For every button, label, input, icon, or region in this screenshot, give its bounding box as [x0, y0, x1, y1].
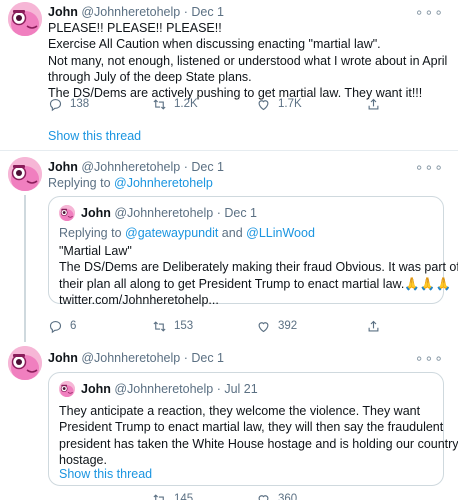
like-button[interactable]: 1.7K: [256, 97, 302, 112]
tweet-date: Dec 1: [224, 206, 258, 220]
quote-text: They anticipate a reaction, they welcome…: [59, 403, 458, 468]
retweet-count: 1.2K: [174, 98, 198, 111]
tweet-line: PLEASE!! PLEASE!! PLEASE!!: [48, 21, 222, 35]
separator-dot: ·: [183, 351, 188, 365]
replying-and: and: [218, 226, 247, 240]
avatar[interactable]: [8, 157, 42, 191]
heart-icon: [258, 100, 269, 111]
quoted-tweet[interactable]: John @Johnheretohelp · Jul 21 They antic…: [48, 372, 458, 486]
separator-dot: ·: [183, 5, 188, 19]
author-name: John: [81, 206, 111, 220]
like-count: 360: [278, 493, 298, 500]
author-name: John: [81, 382, 111, 396]
author-handle[interactable]: @Johnheretohelp: [81, 5, 180, 19]
share-button[interactable]: [366, 97, 388, 112]
replying-to-link[interactable]: @LLinWood: [246, 226, 315, 240]
thread-connector: [24, 195, 26, 342]
replying-to-link[interactable]: @gatewaypundit: [125, 226, 218, 240]
reply-icon: [49, 320, 62, 334]
separator-dot: ·: [183, 160, 188, 174]
tweet-line: Not many, not enough, listened or unders…: [48, 53, 448, 68]
quote-header: John @Johnheretohelp · Dec 1: [59, 205, 258, 222]
reply-count: 138: [70, 98, 90, 111]
more-icon[interactable]: ∘∘∘: [415, 3, 444, 21]
quote-line: their plan all along to get President Tr…: [59, 276, 452, 291]
author-name[interactable]: John: [48, 160, 78, 174]
tweet-header: John @Johnheretohelp · Dec 1: [48, 350, 224, 366]
quote-line: President Trump to enact martial law, th…: [59, 420, 444, 435]
like-button[interactable]: 392: [256, 319, 297, 334]
avatar: [59, 205, 75, 222]
show-thread-link[interactable]: Show this thread: [48, 128, 141, 144]
quote-line: president has taken the White House host…: [59, 436, 458, 451]
author-handle: @Johnheretohelp: [114, 382, 214, 396]
tweet-date[interactable]: Dec 1: [191, 5, 224, 19]
replying-to: Replying to @gatewaypundit and @LLinWood: [59, 225, 439, 241]
tweet-date[interactable]: Dec 1: [191, 351, 224, 365]
retweet-button[interactable]: 145: [152, 492, 193, 500]
retweet-icon: [153, 321, 166, 332]
quote-line: twitter.com/Johnheretohelp...: [59, 292, 219, 307]
retweet-count: 145: [174, 493, 194, 500]
more-icon[interactable]: ∘∘∘: [415, 158, 444, 176]
tweet-header: John @Johnheretohelp · Dec 1: [48, 4, 224, 20]
quoted-tweet[interactable]: John @Johnheretohelp · Dec 1 Replying to…: [48, 196, 458, 307]
retweet-icon: [153, 99, 166, 110]
share-icon: [368, 320, 379, 332]
tweet-date: Jul 21: [224, 382, 258, 396]
retweet-button[interactable]: 153: [152, 319, 193, 334]
avatar[interactable]: [8, 346, 42, 380]
tweet-line: Exercise All Caution when discussing ena…: [48, 37, 381, 52]
more-icon[interactable]: ∘∘∘: [415, 349, 444, 367]
retweet-button[interactable]: 1.2K: [152, 97, 198, 112]
quote-header: John @Johnheretohelp · Jul 21: [59, 381, 258, 398]
author-name[interactable]: John: [48, 5, 78, 19]
author-handle[interactable]: @Johnheretohelp: [81, 351, 180, 365]
reply-icon: [49, 98, 62, 112]
retweet-icon: [153, 494, 164, 500]
tweet-header: John @Johnheretohelp · Dec 1: [48, 159, 224, 175]
reply-button[interactable]: 6: [48, 319, 76, 334]
tweet-3[interactable]: John @Johnheretohelp · Dec 1 ∘∘∘ John @J…: [0, 342, 458, 500]
like-count: 392: [278, 320, 298, 333]
tweet-text: PLEASE!! PLEASE!! PLEASE!! Exercise All …: [48, 20, 448, 101]
author-name[interactable]: John: [48, 351, 78, 365]
reply-count: 6: [70, 320, 77, 333]
replying-to-link[interactable]: @Johnheretohelp: [114, 176, 213, 190]
retweet-count: 153: [174, 320, 194, 333]
like-button[interactable]: 360: [256, 492, 297, 500]
separator-dot: ·: [216, 382, 221, 396]
tweet-date[interactable]: Dec 1: [191, 160, 224, 174]
replying-to: Replying to @Johnheretohelp: [48, 175, 213, 191]
heart-icon: [258, 322, 269, 333]
heart-icon: [258, 495, 269, 500]
avatar[interactable]: [8, 2, 42, 36]
author-handle: @Johnheretohelp: [114, 206, 214, 220]
quote-line: The DS/Dems are Deliberately making thei…: [59, 260, 458, 275]
tweet-actions: 145 360: [48, 492, 438, 500]
tweet-1[interactable]: John @Johnheretohelp · Dec 1 ∘∘∘ PLEASE!…: [0, 0, 458, 150]
reply-button[interactable]: 138: [48, 97, 89, 112]
separator-dot: ·: [216, 206, 221, 220]
quote-text: "Martial Law" The DS/Dems are Deliberate…: [59, 243, 458, 308]
author-handle[interactable]: @Johnheretohelp: [81, 160, 180, 174]
quote-line: "Martial Law": [59, 244, 132, 258]
tweet-actions: 138 1.2K 1.7K: [48, 97, 438, 115]
avatar: [59, 381, 75, 398]
replying-label: Replying to: [48, 176, 115, 190]
tweet-2[interactable]: John @Johnheretohelp · Dec 1 ∘∘∘ Replyin…: [0, 151, 458, 342]
quote-line: They anticipate a reaction, they welcome…: [59, 404, 421, 418]
tweet-line: through July of the deep State plans.: [48, 69, 252, 84]
replying-label: Replying to: [59, 226, 126, 240]
share-button[interactable]: [366, 319, 388, 334]
like-count: 1.7K: [278, 98, 302, 111]
tweet-actions: 6 153 392: [48, 319, 438, 337]
share-icon: [368, 98, 379, 110]
show-thread-link[interactable]: Show this thread: [59, 466, 439, 482]
